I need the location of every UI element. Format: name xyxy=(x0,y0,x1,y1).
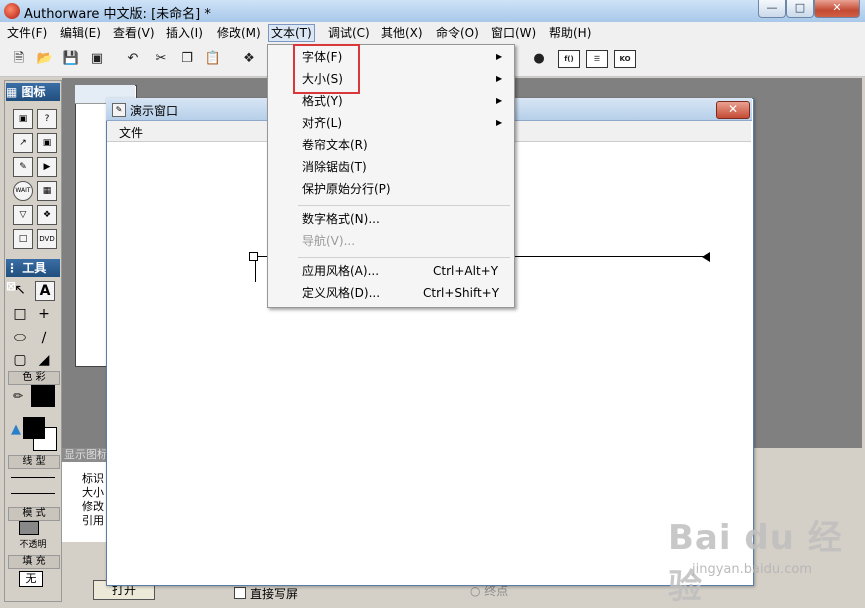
restart-icon[interactable]: ● xyxy=(530,50,548,68)
menu-item-apply-style[interactable]: 应用风格(A)... xyxy=(302,261,379,281)
maximize-button[interactable]: □ xyxy=(786,0,814,18)
presentation-menu-file[interactable]: 文件 xyxy=(119,124,143,141)
map-icon[interactable]: □ xyxy=(13,229,33,249)
baidu-watermark-url: jingyan.baidu.com xyxy=(692,562,812,577)
menu-text[interactable]: 文本(T) xyxy=(268,24,315,42)
text-tool-icon[interactable]: A xyxy=(35,281,55,301)
save-icon[interactable]: 💾 xyxy=(62,50,80,68)
menu-help[interactable]: 帮助(H) xyxy=(547,25,593,41)
foreground-color-swatch[interactable] xyxy=(23,417,45,439)
close-button[interactable]: ✕ xyxy=(814,0,860,18)
find-icon[interactable]: ❖ xyxy=(240,50,258,68)
motion-icon[interactable]: ↗ xyxy=(13,133,33,153)
line-style-medium[interactable] xyxy=(11,493,55,494)
line-handle-left[interactable] xyxy=(249,252,258,261)
line-style-thin[interactable] xyxy=(11,477,55,478)
calculation-icon[interactable]: ? xyxy=(37,109,57,129)
menu-file[interactable]: 文件(F) xyxy=(5,25,49,41)
highlight-annotation-box xyxy=(293,44,360,94)
variables-icon[interactable]: ☰ xyxy=(586,50,608,68)
menu-item-scrolling[interactable]: 卷帘文本(R) xyxy=(302,135,368,155)
pointer-tool-icon[interactable]: ↖ xyxy=(11,281,29,299)
presentation-title: 演示窗口 xyxy=(130,104,179,118)
menu-modify[interactable]: 修改(M) xyxy=(215,25,263,41)
baidu-watermark: Bai du 经验 xyxy=(668,518,843,607)
copy-icon[interactable]: ❐ xyxy=(178,50,196,68)
menu-item-define-style[interactable]: 定义风格(D)... xyxy=(302,283,380,303)
fill-value[interactable]: 无 xyxy=(19,571,43,587)
cut-icon[interactable]: ✂ xyxy=(152,50,170,68)
rectangle-tool-icon[interactable]: □ xyxy=(11,305,29,323)
import-icon[interactable]: ▣ xyxy=(88,50,106,68)
line-color-swatch[interactable] xyxy=(31,385,55,407)
wait-erase-icon[interactable]: ✎ xyxy=(13,157,33,177)
fill-label: 填 充 xyxy=(8,555,60,569)
dvd-icon[interactable]: DVD xyxy=(37,229,57,249)
rounded-rect-tool-icon[interactable]: ▢ xyxy=(11,351,29,369)
menu-item-antialias[interactable]: 消除锯齿(T) xyxy=(302,157,367,177)
menu-bar: 文件(F) 编辑(E) 查看(V) 插入(I) 修改(M) 文本(T) 调试(C… xyxy=(0,22,865,45)
menu-view[interactable]: 查看(V) xyxy=(111,25,157,41)
open-file-icon[interactable]: 📂 xyxy=(36,50,54,68)
functions-icon[interactable]: f() xyxy=(558,50,580,68)
polygon-tool-icon[interactable]: ◢ xyxy=(35,351,53,369)
line-style-label: 线 型 xyxy=(8,455,60,469)
menu-command[interactable]: 命令(O) xyxy=(434,25,481,41)
menu-item-navigate: 导航(V)... xyxy=(302,234,356,248)
menu-separator xyxy=(298,257,510,258)
icon-palette: ▦ 图标 ▣ ? ↗ ▣ ✎ ▶ WAIT ▦ ▽ ❖ □ DVD ⋮ 工具 ⊠… xyxy=(4,80,62,602)
navigate-icon[interactable]: ▶ xyxy=(37,157,57,177)
submenu-arrow-icon: ▶ xyxy=(496,96,503,105)
wait-icon[interactable]: WAIT xyxy=(13,181,33,201)
menu-edit[interactable]: 编辑(E) xyxy=(58,25,103,41)
mode-value: 不透明 xyxy=(19,540,47,550)
framework-icon[interactable]: ▦ xyxy=(37,181,57,201)
line-tool-icon[interactable]: ∕ xyxy=(35,329,53,347)
menu-debug[interactable]: 调试(C) xyxy=(326,25,372,41)
mode-label: 模 式 xyxy=(8,507,60,521)
prop-reference-label: 引用 xyxy=(82,514,104,527)
icons-palette-header: ▦ 图标 xyxy=(6,83,60,101)
apply-style-shortcut: Ctrl+Alt+Y xyxy=(433,264,499,278)
display-icon[interactable]: ▣ xyxy=(13,109,33,129)
direct-to-screen-checkbox[interactable] xyxy=(234,587,246,599)
minimize-button[interactable]: — xyxy=(758,0,786,18)
define-style-shortcut: Ctrl+Shift+Y xyxy=(423,286,500,300)
erase-icon[interactable]: ▣ xyxy=(37,133,57,153)
paste-icon[interactable]: 📋 xyxy=(204,50,222,68)
ellipse-tool-icon[interactable]: ⬭ xyxy=(11,329,29,347)
authorware-app-icon xyxy=(4,3,20,19)
tools-palette-header: ⋮ 工具 ⊠ xyxy=(6,259,60,293)
decision-icon[interactable]: ▽ xyxy=(13,205,33,225)
undo-icon[interactable]: ↶ xyxy=(124,50,142,68)
presentation-window-icon: ✎ xyxy=(112,103,126,117)
direct-to-screen-label: 直接写屏 xyxy=(250,587,299,601)
menu-separator xyxy=(298,205,510,206)
menu-item-style[interactable]: 格式(Y) xyxy=(302,91,343,111)
window-title: Authorware 中文版: [未命名] * xyxy=(24,7,211,22)
menu-window[interactable]: 窗口(W) xyxy=(489,25,538,41)
menu-item-align[interactable]: 对齐(L) xyxy=(302,113,342,133)
menu-other[interactable]: 其他(X) xyxy=(379,25,425,41)
menu-item-protect-linebreaks[interactable]: 保护原始分行(P) xyxy=(302,179,391,199)
line-handle-right[interactable] xyxy=(702,252,710,262)
color-label: 色 彩 xyxy=(8,371,60,385)
submenu-arrow-icon: ▶ xyxy=(496,118,503,127)
mode-opaque-icon[interactable] xyxy=(19,521,39,535)
menu-item-number-format[interactable]: 数字格式(N)... xyxy=(302,209,380,229)
pen-color-icon[interactable]: ✏ xyxy=(9,387,27,405)
crosshair-tool-icon[interactable]: + xyxy=(35,305,53,323)
interaction-icon[interactable]: ❖ xyxy=(37,205,57,225)
menu-insert[interactable]: 插入(I) xyxy=(164,25,205,41)
submenu-arrow-icon: ▶ xyxy=(496,74,503,83)
new-file-icon[interactable]: 🗎 xyxy=(10,50,28,68)
presentation-close-button[interactable]: ✕ xyxy=(716,101,750,119)
knowledge-object-icon[interactable]: KO xyxy=(614,50,636,68)
submenu-arrow-icon: ▶ xyxy=(496,52,503,61)
